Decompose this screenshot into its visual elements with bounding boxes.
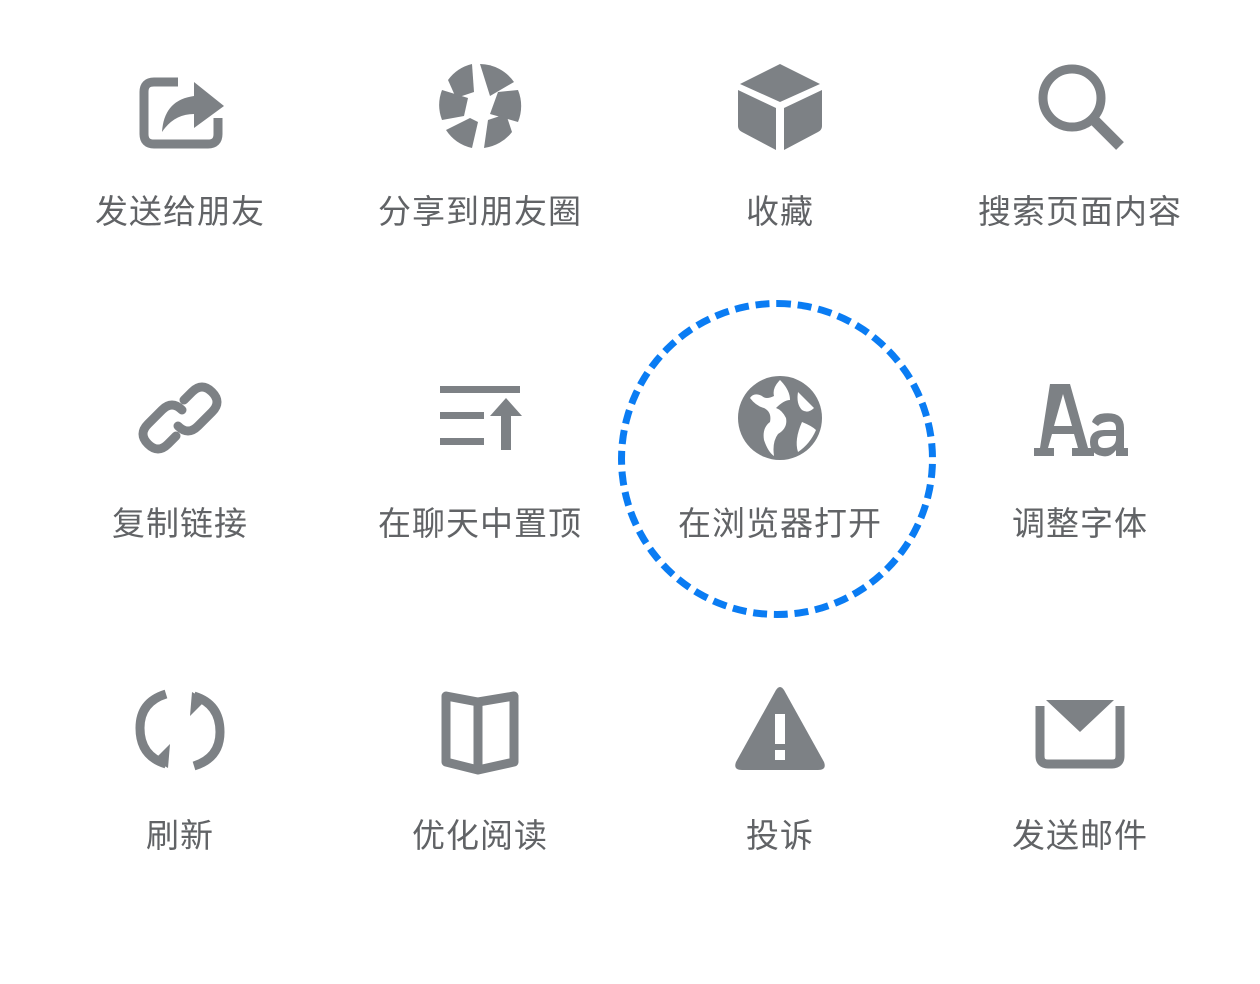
refresh-item[interactable]: 刷新 (30, 672, 330, 984)
share-to-moments-item[interactable]: 分享到朋友圈 (330, 48, 630, 360)
mail-icon (1020, 672, 1140, 788)
report-item[interactable]: 投诉 (630, 672, 930, 984)
warning-icon (720, 672, 840, 788)
send-to-friend-label: 发送给朋友 (95, 192, 265, 231)
link-icon (120, 360, 240, 476)
optimize-reading-label: 优化阅读 (412, 816, 548, 855)
refresh-label: 刷新 (146, 816, 214, 855)
font-size-icon (1020, 360, 1140, 476)
open-in-browser-item[interactable]: 在浏览器打开 (630, 360, 930, 672)
share-forward-icon (120, 48, 240, 164)
search-icon (1020, 48, 1140, 164)
copy-link-item[interactable]: 复制链接 (30, 360, 330, 672)
send-email-item[interactable]: 发送邮件 (930, 672, 1230, 984)
adjust-font-label: 调整字体 (1012, 504, 1148, 543)
action-grid: 发送给朋友 分享到朋友圈 收藏 搜索页面内容 复制链接 在聊天中置顶 在浏览器打… (30, 48, 1230, 984)
report-label: 投诉 (746, 816, 814, 855)
refresh-icon (120, 672, 240, 788)
pin-in-chat-label: 在聊天中置顶 (378, 504, 582, 543)
favorite-cube-icon (720, 48, 840, 164)
book-icon (420, 672, 540, 788)
favorite-item[interactable]: 收藏 (630, 48, 930, 360)
optimize-reading-item[interactable]: 优化阅读 (330, 672, 630, 984)
send-to-friend-item[interactable]: 发送给朋友 (30, 48, 330, 360)
adjust-font-item[interactable]: 调整字体 (930, 360, 1230, 672)
pin-in-chat-item[interactable]: 在聊天中置顶 (330, 360, 630, 672)
share-to-moments-label: 分享到朋友圈 (378, 192, 582, 231)
globe-icon (720, 360, 840, 476)
moments-shutter-icon (420, 48, 540, 164)
share-action-sheet: 发送给朋友 分享到朋友圈 收藏 搜索页面内容 复制链接 在聊天中置顶 在浏览器打… (0, 0, 1260, 932)
search-page-label: 搜索页面内容 (978, 192, 1182, 231)
pin-to-top-icon (420, 360, 540, 476)
send-email-label: 发送邮件 (1012, 816, 1148, 855)
copy-link-label: 复制链接 (112, 504, 248, 543)
search-page-item[interactable]: 搜索页面内容 (930, 48, 1230, 360)
open-in-browser-label: 在浏览器打开 (678, 504, 882, 543)
favorite-label: 收藏 (746, 192, 814, 231)
